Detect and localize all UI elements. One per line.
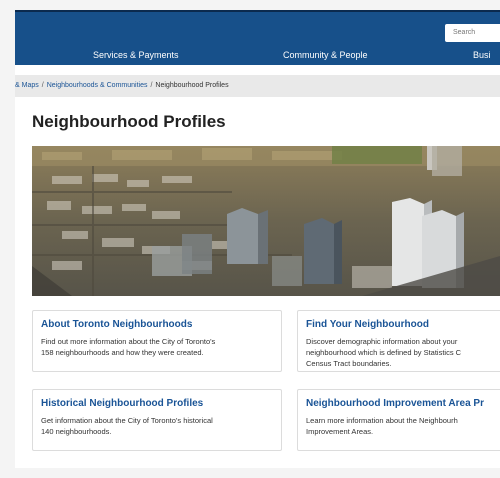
breadcrumb-current: Neighbourhood Profiles bbox=[155, 82, 229, 89]
card-description: Discover demographic information about y… bbox=[306, 337, 462, 368]
card-title[interactable]: About Toronto Neighbourhoods bbox=[41, 319, 273, 330]
card-about-toronto-neighbourhoods[interactable]: About Toronto Neighbourhoods Find out mo… bbox=[32, 310, 282, 372]
breadcrumb-separator: / bbox=[41, 82, 44, 89]
card-description: Get information about the City of Toront… bbox=[41, 416, 213, 436]
breadcrumb-separator: / bbox=[150, 82, 153, 89]
search-input[interactable]: Search bbox=[445, 24, 500, 42]
nav-business[interactable]: Busi bbox=[473, 50, 491, 60]
hero-aerial-photo bbox=[32, 146, 500, 296]
card-neighbourhood-improvement-areas[interactable]: Neighbourhood Improvement Area Pr Learn … bbox=[297, 389, 500, 451]
card-title[interactable]: Find Your Neighbourhood bbox=[306, 319, 500, 330]
nav-community-people[interactable]: Community & People bbox=[283, 50, 368, 60]
page-frame: Search Services & Payments Community & P… bbox=[15, 10, 500, 468]
card-description: Find out more information about the City… bbox=[41, 337, 216, 357]
breadcrumb-maps[interactable]: & Maps bbox=[15, 82, 39, 89]
card-title[interactable]: Historical Neighbourhood Profiles bbox=[41, 398, 273, 409]
breadcrumb: & Maps / Neighbourhoods & Communities / Neig… bbox=[15, 75, 500, 97]
card-description: Learn more information about the Neighbo… bbox=[306, 416, 458, 436]
card-title[interactable]: Neighbourhood Improvement Area Pr bbox=[306, 398, 500, 409]
site-header: Search Services & Payments Community & P… bbox=[15, 10, 500, 65]
page-title: Neighbourhood Profiles bbox=[32, 112, 226, 131]
breadcrumb-neighbourhoods-communities[interactable]: Neighbourhoods & Communities bbox=[47, 82, 148, 89]
card-historical-neighbourhood-profiles[interactable]: Historical Neighbourhood Profiles Get in… bbox=[32, 389, 282, 451]
card-find-your-neighbourhood[interactable]: Find Your Neighbourhood Discover demogra… bbox=[297, 310, 500, 372]
nav-services-payments[interactable]: Services & Payments bbox=[93, 50, 179, 60]
